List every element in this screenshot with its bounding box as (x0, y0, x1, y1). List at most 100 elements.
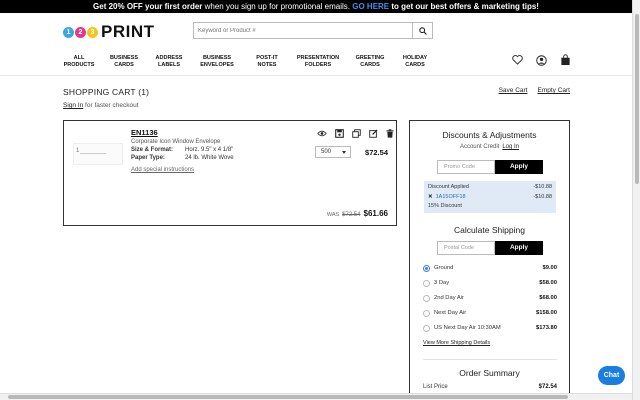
nav-divider (0, 75, 632, 76)
nav-all-products[interactable]: ALL PRODUCTS (58, 55, 100, 68)
radio-ground[interactable] (423, 264, 430, 272)
list-price-label: List Price (423, 384, 448, 390)
promo-code-field[interactable]: Promo Code (437, 160, 495, 174)
horizontal-scroll-thumb[interactable] (8, 395, 568, 399)
thumbnail-line (80, 153, 106, 154)
signin-text: for faster checkout (83, 102, 139, 109)
thumbnail-text: 1 (76, 148, 80, 154)
remove-discount-icon[interactable]: ✕ (428, 194, 433, 200)
discount-applied-label: Discount Applied (428, 184, 469, 190)
discounted-price: $61.66 (363, 209, 388, 218)
radio-2nd-day-air[interactable] (423, 294, 430, 302)
shipping-label: Next Day Air (434, 310, 467, 316)
promo-tail: to get our best offers & marketing tips! (389, 2, 539, 11)
save-cart-link[interactable]: Save Cart (499, 87, 528, 94)
vertical-scroll-thumb[interactable] (635, 14, 639, 184)
shipping-option-next-day-air-1030[interactable]: US Next Day Air 10:30AM $173.80 (423, 323, 557, 333)
nav-address-labels[interactable]: ADDRESS LABELS (148, 55, 190, 68)
duplicate-icon[interactable] (351, 128, 361, 138)
discount-box: Discount Applied -$10.88 ✕ 1A15OFF18 -$10… (424, 181, 556, 213)
quantity-select[interactable]: 500 (315, 146, 351, 158)
shipping-price: $58.00 (539, 280, 557, 286)
shipping-option-next-day-air[interactable]: Next Day Air $158.00 (423, 308, 557, 318)
shipping-label: 3 Day (434, 280, 450, 286)
spec-size-label: Size & Format: (131, 147, 174, 153)
spec-paper-value: 24 lb. White Wove (185, 155, 234, 161)
apply-promo-button[interactable]: Apply (495, 160, 543, 174)
promo-link[interactable]: GO HERE (352, 2, 389, 11)
item-action-icons (317, 128, 395, 138)
page-title: SHOPPING CART (1) (63, 87, 150, 97)
shipping-option-ground[interactable]: Ground $9.00 (423, 263, 557, 273)
nav-holiday-cards[interactable]: HOLIDAY CARDS (394, 55, 436, 68)
logo-dot-2: 2 (75, 26, 86, 38)
nav-business-envelopes[interactable]: BUSINESS ENVELOPES (190, 55, 244, 68)
nav-post-it-notes[interactable]: POST-IT NOTES (244, 55, 290, 68)
search-input[interactable] (194, 23, 412, 38)
shipping-option-2nd-day-air[interactable]: 2nd Day Air $68.00 (423, 293, 557, 303)
was-price-block: WAS $72.54 $61.66 (327, 209, 388, 218)
cart-item: 1 EN1136 Corporate Icon Window Envelope … (63, 120, 397, 226)
login-link[interactable]: Log In (502, 144, 519, 150)
chevron-down-icon (342, 151, 346, 154)
cart-actions: Save Cart Empty Cart (499, 87, 570, 94)
product-thumbnail[interactable]: 1 (73, 143, 123, 165)
shipping-option-3-day[interactable]: 3 Day $58.00 (423, 278, 557, 288)
account-credit-label: Account Credit (459, 144, 500, 150)
cart-icon[interactable] (559, 54, 571, 66)
quantity-value: 500 (321, 149, 332, 155)
horizontal-scrollbar[interactable] (0, 393, 632, 400)
user-icon[interactable] (535, 54, 547, 66)
radio-3-day[interactable] (423, 279, 430, 287)
save-icon[interactable] (334, 128, 344, 138)
list-price-value: $72.54 (538, 384, 557, 390)
discount-code-row: ✕ 1A15OFF18 -$10.88 (428, 194, 552, 200)
radio-next-day-air-1030[interactable] (423, 324, 430, 332)
logo-word: PRINT (101, 22, 155, 41)
promo-banner: Get 20% OFF your first order when you si… (0, 0, 632, 13)
edit-icon[interactable] (368, 128, 378, 138)
apply-shipping-button[interactable]: Apply (495, 241, 543, 255)
shipping-title: Calculate Shipping (454, 225, 525, 235)
discount-applied-row: Discount Applied -$10.88 (428, 184, 552, 190)
trash-icon[interactable] (385, 128, 395, 138)
radio-next-day-air[interactable] (423, 309, 430, 317)
discount-code: 1A15OFF18 (435, 194, 466, 200)
vertical-scrollbar[interactable] (632, 0, 640, 400)
more-shipping-link[interactable]: View More Shipping Details (423, 340, 490, 346)
eye-icon[interactable] (317, 128, 327, 138)
product-sku[interactable]: EN1136 (131, 128, 158, 137)
promo-mid: when you sign up for promotional emails. (202, 2, 353, 11)
line-price: $72.54 (365, 148, 388, 157)
discount-applied-value: -$10.88 (533, 184, 552, 190)
shipping-label: Ground (434, 265, 454, 271)
site-logo[interactable]: 1 2 3 PRINT (63, 22, 155, 42)
shipping-price: $68.00 (539, 295, 557, 301)
empty-cart-link[interactable]: Empty Cart (537, 87, 570, 94)
discount-code-value: -$10.88 (533, 194, 552, 200)
search-icon (418, 26, 427, 35)
nav-presentation-folders[interactable]: PRESENTATION FOLDERS (290, 55, 346, 68)
signin-link[interactable]: Sign In (63, 102, 83, 109)
was-label: WAS (326, 212, 340, 218)
discount-pct-row: 15% Discount (428, 203, 552, 209)
summary-divider (423, 359, 557, 360)
shipping-price: $9.00 (542, 265, 557, 271)
search-button[interactable] (412, 23, 432, 38)
discount-pct: 15% Discount (428, 203, 462, 209)
shipping-label: 2nd Day Air (434, 295, 464, 301)
discounts-title: Discounts & Adjustments (442, 130, 537, 140)
nav-business-cards[interactable]: BUSINESS CARDS (100, 55, 148, 68)
spec-size: Size & Format: Horz. 9.5" x 4 1/8" (131, 147, 233, 153)
nav-greeting-cards[interactable]: GREETING CARDS (346, 55, 394, 68)
main-nav: ALL PRODUCTS BUSINESS CARDS ADDRESS LABE… (58, 55, 436, 68)
postal-code-field[interactable]: Postal Code (437, 241, 495, 255)
shipping-price: $173.80 (536, 325, 557, 331)
promo-lead: Get 20% OFF your first order (93, 2, 203, 11)
chat-button[interactable]: Chat (598, 366, 625, 385)
spec-size-value: Horz. 9.5" x 4 1/8" (185, 147, 234, 153)
heart-icon[interactable] (511, 54, 523, 66)
spec-paper-label: Paper Type: (131, 155, 165, 161)
order-summary-title: Order Summary (459, 368, 520, 378)
add-instructions-link[interactable]: Add special instructions (131, 167, 194, 173)
